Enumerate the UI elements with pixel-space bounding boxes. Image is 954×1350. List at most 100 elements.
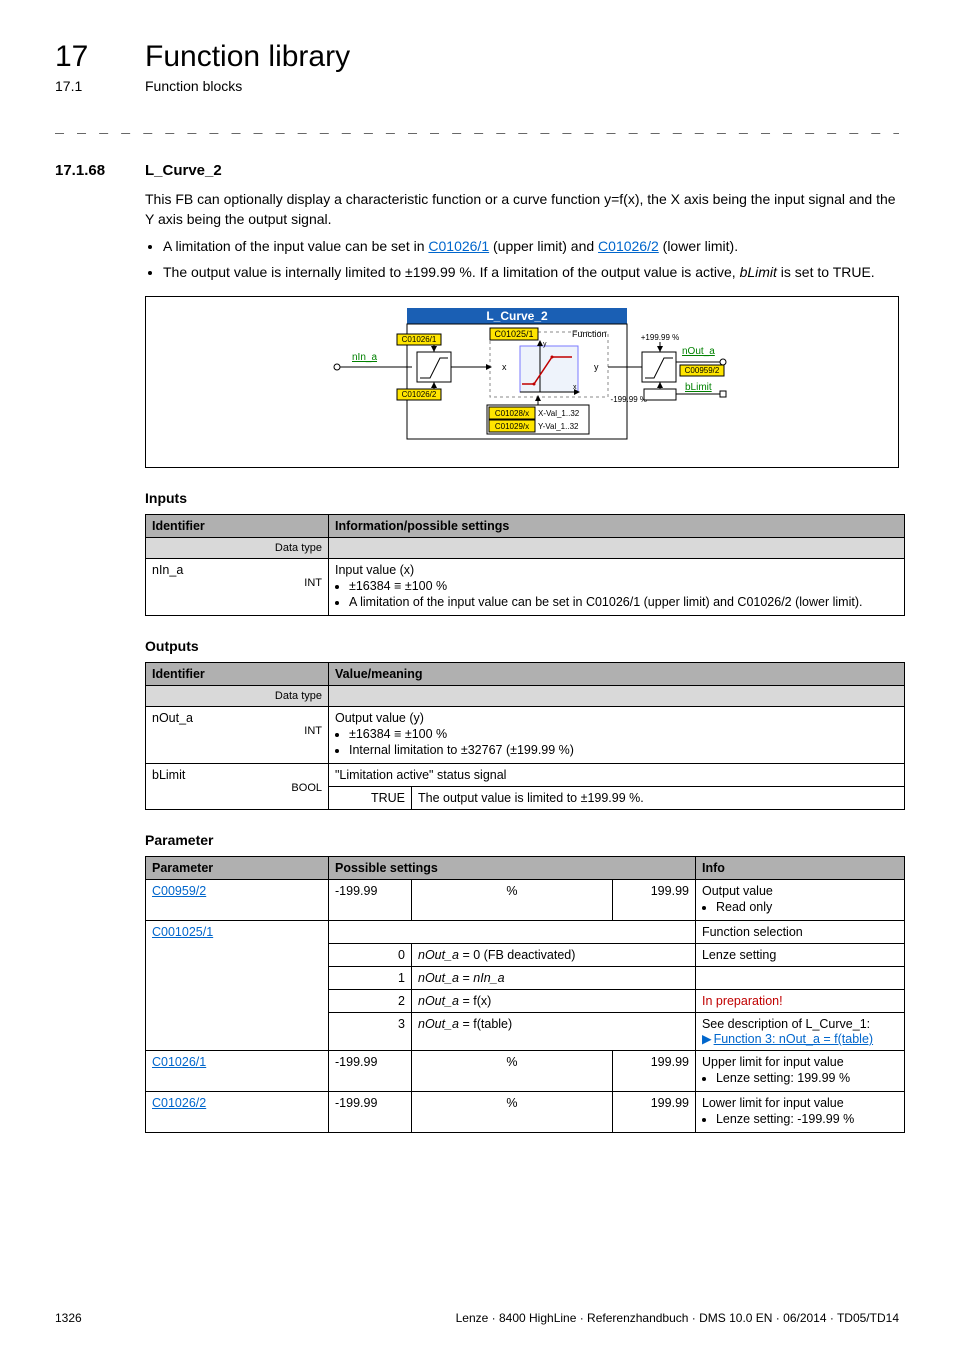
opt3-rest: = f(table) — [459, 1017, 512, 1031]
opt2-info: In preparation! — [702, 994, 783, 1008]
c00959-info-b1: Read only — [716, 900, 898, 914]
inputs-heading: Inputs — [145, 490, 899, 506]
subsection-number: 17.1 — [55, 78, 105, 94]
opt0-var: nOut_a — [418, 948, 459, 962]
col-datatype: Data type — [146, 538, 329, 559]
link-c01026-2[interactable]: C01026/2 — [598, 238, 659, 254]
diagram-blimit: bLimit — [685, 382, 712, 393]
output1-line1: Output value (y) — [335, 711, 424, 725]
col-info-settings: Information/possible settings — [329, 515, 905, 538]
output1-id: nOut_a — [152, 711, 193, 725]
chapter-number: 17 — [55, 40, 105, 74]
c01026-1-info-l1: Upper limit for input value — [702, 1055, 844, 1069]
triangle-icon: ▶ — [702, 1032, 712, 1046]
section-title: L_Curve_2 — [145, 162, 222, 179]
output1-b1: ±16384 ≡ ±100 % — [349, 727, 898, 741]
block-diagram-frame: L_Curve_2 C01025/1 Function x y y x — [145, 296, 899, 468]
inputs-table: Identifier Information/possible settings… — [145, 514, 905, 616]
diagram-yval: Y-Val_1..32 — [538, 422, 579, 431]
c00959-info-l1: Output value — [702, 884, 773, 898]
diagram-xval: X-Val_1..32 — [538, 409, 580, 418]
input-desc-b2: A limitation of the input value can be s… — [349, 595, 898, 609]
c01026-2-unit: % — [412, 1092, 613, 1133]
diagram-nin: nIn_a — [352, 352, 377, 363]
diagram-y-label: y — [594, 362, 599, 372]
link-param-c01026-2[interactable]: C01026/2 — [152, 1096, 206, 1110]
col-parameter: Parameter — [146, 857, 329, 880]
opt2-var: nOut_a — [418, 994, 459, 1008]
link-c001025-1[interactable]: C001025/1 — [152, 925, 213, 939]
bullet-1: A limitation of the input value can be s… — [163, 236, 899, 256]
c01026-1-min: -199.99 — [329, 1051, 412, 1092]
col-identifier-out: Identifier — [146, 663, 329, 686]
c00959-unit: % — [412, 880, 613, 921]
parameter-heading: Parameter — [145, 832, 899, 848]
col-info: Info — [695, 857, 904, 880]
bullet-2-post: is set to TRUE. — [777, 264, 875, 280]
col-datatype-out: Data type — [146, 686, 329, 707]
col-identifier: Identifier — [146, 515, 329, 538]
page-number: 1326 — [55, 1311, 82, 1325]
opt3-var: nOut_a — [418, 1017, 459, 1031]
opt1-num: 1 — [329, 967, 412, 990]
diagram-c01025: C01025/1 — [494, 329, 533, 339]
subsection-title: Function blocks — [145, 78, 242, 94]
bullet-2: The output value is internally limited t… — [163, 262, 899, 282]
c00959-min: -199.99 — [329, 880, 412, 921]
diagram-plot-x: x — [573, 384, 577, 391]
c001025-info: Function selection — [695, 921, 904, 944]
opt2-rest: = f(x) — [459, 994, 491, 1008]
link-c01026-1[interactable]: C01026/1 — [428, 238, 489, 254]
output2-true: TRUE — [329, 787, 412, 810]
input-dt: INT — [152, 577, 322, 589]
link-c00959-2[interactable]: C00959/2 — [152, 884, 206, 898]
c01026-2-info-l1: Lower limit for input value — [702, 1096, 844, 1110]
input-desc-b1: ±16384 ≡ ±100 % — [349, 579, 898, 593]
output2-line1: "Limitation active" status signal — [329, 764, 905, 787]
bullet-1-mid: (upper limit) and — [489, 238, 598, 254]
opt1-var2: nIn_a — [473, 971, 504, 985]
c01026-1-max: 199.99 — [612, 1051, 695, 1092]
input-desc-line1: Input value (x) — [335, 563, 414, 577]
link-function3[interactable]: Function 3: nOut_a = f(table) — [714, 1032, 873, 1046]
diagram-c00959: C00959/2 — [685, 366, 720, 375]
diagram-c01026-2: C01026/2 — [402, 390, 437, 399]
chapter-title: Function library — [145, 40, 350, 74]
diagram-c01028: C01028/x — [495, 409, 529, 418]
opt2-num: 2 — [329, 990, 412, 1013]
c01026-2-max: 199.99 — [612, 1092, 695, 1133]
input-row: nIn_a INT — [146, 559, 329, 616]
output1-b2: Internal limitation to ±32767 (±199.99 %… — [349, 743, 898, 757]
link-param-c01026-1[interactable]: C01026/1 — [152, 1055, 206, 1069]
diagram-c01029: C01029/x — [495, 422, 529, 431]
c01026-2-min: -199.99 — [329, 1092, 412, 1133]
col-possible: Possible settings — [329, 857, 696, 880]
opt1-rest: = — [459, 971, 473, 985]
diagram-title: L_Curve_2 — [486, 309, 548, 323]
bullet-2-blimit: bLimit — [740, 264, 777, 280]
block-diagram-svg: L_Curve_2 C01025/1 Function x y y x — [282, 302, 762, 462]
input-id: nIn_a — [152, 563, 183, 577]
outputs-table: Identifier Value/meaning Data type nOut_… — [145, 662, 905, 810]
diagram-nout: nOut_a — [682, 346, 715, 357]
opt0-rest: = 0 (FB deactivated) — [459, 948, 575, 962]
diagram-plus199: +199.99 % — [641, 333, 679, 342]
opt1-var: nOut_a — [418, 971, 459, 985]
bullet-2-pre: The output value is internally limited t… — [163, 264, 740, 280]
footer-right: Lenze · 8400 HighLine · Referenzhandbuch… — [456, 1311, 899, 1325]
opt0-info: Lenze setting — [695, 944, 904, 967]
c01026-1-unit: % — [412, 1051, 613, 1092]
output-row-2: bLimit BOOL — [146, 764, 329, 810]
diagram-plot-y: y — [543, 341, 547, 348]
output2-dt: BOOL — [152, 782, 322, 794]
output1-dt: INT — [152, 725, 322, 737]
output2-id: bLimit — [152, 768, 185, 782]
c01026-1-info-b1: Lenze setting: 199.99 % — [716, 1071, 898, 1085]
opt3-num: 3 — [329, 1013, 412, 1051]
diagram-minus199: -199.99 % — [611, 395, 647, 404]
bullet-1-pre: A limitation of the input value can be s… — [163, 238, 428, 254]
diagram-c01026-1: C01026/1 — [402, 335, 437, 344]
diagram-x-label: x — [502, 362, 507, 372]
parameter-table: Parameter Possible settings Info C00959/… — [145, 856, 905, 1133]
divider-dashes: _ _ _ _ _ _ _ _ _ _ _ _ _ _ _ _ _ _ _ _ … — [55, 116, 899, 134]
